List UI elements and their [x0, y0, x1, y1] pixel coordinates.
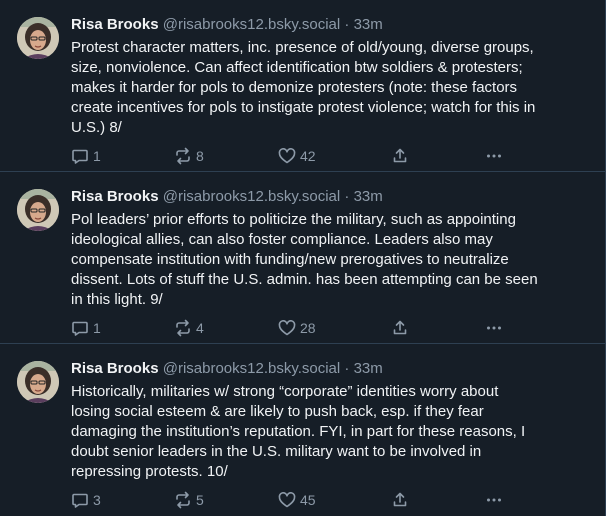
- more-options-icon: [487, 498, 501, 502]
- heart-icon: [278, 148, 296, 164]
- post-actions: 3 5 45: [71, 490, 511, 510]
- post-text-line: create incentives for pols to instigate …: [71, 99, 536, 116]
- author-name[interactable]: Risa Brooks: [71, 16, 159, 33]
- post-text: Protest character matters, inc. presence…: [71, 38, 591, 138]
- reply-count: 1: [93, 320, 101, 336]
- post-text-line: losing social esteem & are likely to pus…: [71, 403, 484, 420]
- avatar-image: [17, 189, 59, 231]
- share-icon: [393, 148, 407, 163]
- reply-button[interactable]: 3: [71, 490, 101, 510]
- avatar-image: [17, 17, 59, 59]
- reply-button[interactable]: 1: [71, 318, 101, 338]
- like-count: 28: [300, 320, 316, 336]
- heart-icon: [278, 492, 296, 508]
- reply-icon: [72, 321, 88, 336]
- post-text-line: Historically, militaries w/ strong “corp…: [71, 383, 499, 400]
- post-text-line: compensate institution with funding/new …: [71, 251, 509, 268]
- post-10[interactable]: Risa Brooks @risabrooks12.bsky.social · …: [0, 344, 605, 516]
- repost-count: 4: [196, 320, 204, 336]
- repost-count: 5: [196, 492, 204, 508]
- more-options-button[interactable]: [485, 318, 503, 338]
- post-text-line: size, nonviolence. Can affect identifica…: [71, 59, 523, 76]
- like-count: 45: [300, 492, 316, 508]
- post-text-line: U.S.) 8/: [71, 119, 122, 136]
- author-handle[interactable]: @risabrooks12.bsky.social: [163, 360, 341, 377]
- reply-button[interactable]: 1: [71, 146, 101, 166]
- post-8[interactable]: Risa Brooks @risabrooks12.bsky.social · …: [0, 0, 605, 172]
- separator: ·: [344, 360, 350, 377]
- heart-icon: [278, 320, 296, 336]
- more-options-icon: [487, 326, 501, 330]
- avatar[interactable]: [17, 361, 59, 403]
- like-button[interactable]: 45: [278, 490, 316, 510]
- repost-icon: [176, 319, 190, 337]
- post-text-line: ideological allies, can also foster comp…: [71, 231, 493, 248]
- repost-count: 8: [196, 148, 204, 164]
- post-header: Risa Brooks @risabrooks12.bsky.social · …: [71, 359, 383, 379]
- more-options-icon: [487, 154, 501, 158]
- more-options-button[interactable]: [485, 146, 503, 166]
- post-header: Risa Brooks @risabrooks12.bsky.social · …: [71, 15, 383, 35]
- avatar-image: [17, 361, 59, 403]
- post-text-line: repressing protests. 10/: [71, 463, 228, 480]
- like-button[interactable]: 28: [278, 318, 316, 338]
- author-name[interactable]: Risa Brooks: [71, 360, 159, 377]
- post-text-line: makes it harder for pols to demonize pro…: [71, 79, 518, 96]
- author-handle[interactable]: @risabrooks12.bsky.social: [163, 16, 341, 33]
- repost-button[interactable]: 5: [174, 490, 204, 510]
- post-actions: 1 8 42: [71, 146, 511, 166]
- reply-icon: [72, 149, 88, 164]
- post-time[interactable]: 33m: [354, 360, 383, 377]
- share-button[interactable]: [391, 318, 409, 338]
- share-icon: [393, 320, 407, 335]
- share-button[interactable]: [391, 490, 409, 510]
- repost-button[interactable]: 4: [174, 318, 204, 338]
- post-text: Historically, militaries w/ strong “corp…: [71, 382, 591, 482]
- reply-count: 1: [93, 148, 101, 164]
- reply-icon: [72, 493, 88, 508]
- post-text-line: in this light. 9/: [71, 291, 163, 308]
- avatar[interactable]: [17, 189, 59, 231]
- post-thread-feed: Risa Brooks @risabrooks12.bsky.social · …: [0, 0, 606, 516]
- like-button[interactable]: 42: [278, 146, 316, 166]
- reply-count: 3: [93, 492, 101, 508]
- share-button[interactable]: [391, 146, 409, 166]
- post-actions: 1 4 28: [71, 318, 511, 338]
- post-header: Risa Brooks @risabrooks12.bsky.social · …: [71, 187, 383, 207]
- share-icon: [393, 492, 407, 507]
- post-time[interactable]: 33m: [354, 188, 383, 205]
- separator: ·: [344, 16, 350, 33]
- repost-icon: [176, 147, 190, 165]
- repost-icon: [176, 491, 190, 509]
- like-count: 42: [300, 148, 316, 164]
- post-time[interactable]: 33m: [354, 16, 383, 33]
- more-options-button[interactable]: [485, 490, 503, 510]
- repost-button[interactable]: 8: [174, 146, 204, 166]
- post-text: Pol leaders’ prior efforts to politicize…: [71, 210, 591, 310]
- avatar[interactable]: [17, 17, 59, 59]
- post-text-line: Protest character matters, inc. presence…: [71, 39, 534, 56]
- post-text-line: doubt senior leaders in the U.S. militar…: [71, 443, 482, 460]
- author-name[interactable]: Risa Brooks: [71, 188, 159, 205]
- separator: ·: [344, 188, 350, 205]
- post-text-line: damaging the institution’s reputation. F…: [71, 423, 526, 440]
- post-text-line: Pol leaders’ prior efforts to politicize…: [71, 211, 516, 228]
- post-text-line: dissent. Lots of stuff the U.S. admin. h…: [71, 271, 538, 288]
- author-handle[interactable]: @risabrooks12.bsky.social: [163, 188, 341, 205]
- post-9[interactable]: Risa Brooks @risabrooks12.bsky.social · …: [0, 172, 605, 344]
